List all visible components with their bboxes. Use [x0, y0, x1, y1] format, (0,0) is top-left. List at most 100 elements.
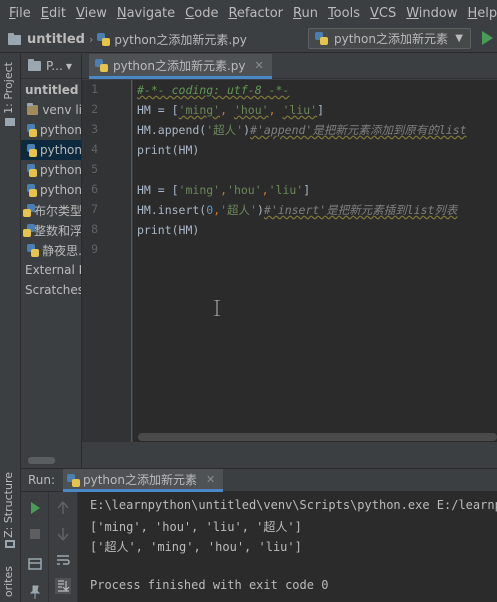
- arrow-up-icon[interactable]: [55, 500, 71, 516]
- tree-item-label: python: [40, 143, 82, 157]
- tree-item-label: 静夜思.: [42, 243, 82, 258]
- project-tool-tab[interactable]: 1: Project: [2, 62, 15, 114]
- tree-item-file-selected[interactable]: python: [21, 140, 82, 160]
- project-panel: P... ▼ untitled venv li python python py…: [21, 54, 82, 468]
- close-icon[interactable]: ✕: [206, 473, 215, 486]
- run-panel-header: Run: python之添加新元素 ✕: [21, 468, 497, 492]
- tree-item-label: External L: [25, 263, 82, 277]
- tree-item-label: venv li: [42, 103, 82, 117]
- stop-icon[interactable]: [27, 526, 43, 542]
- python-file-icon: [27, 143, 38, 157]
- python-file-icon: [23, 203, 35, 217]
- tree-item-file[interactable]: 静夜思.: [21, 240, 82, 260]
- tree-item-external-libraries[interactable]: External L: [21, 260, 82, 280]
- string-token: '超人': [220, 203, 257, 217]
- run-tab-label: python之添加新元素: [83, 472, 197, 487]
- rerun-icon[interactable]: [27, 500, 43, 516]
- line-number: 3: [91, 122, 98, 136]
- code-token: ): [243, 123, 251, 137]
- tree-item-label: 整数和浮: [33, 223, 82, 238]
- code-token: print(HM): [137, 223, 200, 237]
- string-token: 'liu': [268, 183, 304, 197]
- python-file-icon: [97, 33, 111, 46]
- code-token: HM = [: [137, 183, 179, 197]
- menu-navigate[interactable]: Navigate: [112, 0, 180, 27]
- left-tool-strip: 1: Project Z: Structure orites: [0, 54, 21, 602]
- comment-token: #'append'是把新元素添加到原有的list: [250, 123, 467, 137]
- code-line-2: HM = ['ming', 'hou', 'liu']: [137, 100, 324, 120]
- line-number: 1: [91, 82, 98, 96]
- code-token: HM.insert(: [137, 203, 207, 217]
- menu-tools[interactable]: Tools: [323, 0, 365, 27]
- editor-horizontal-scrollbar[interactable]: [138, 433, 497, 441]
- tree-item-venv[interactable]: venv li: [21, 100, 82, 120]
- run-panel-label: Run:: [28, 473, 56, 487]
- python-config-icon: [315, 32, 328, 45]
- menu-window[interactable]: Window: [401, 0, 462, 27]
- favorites-tool-tab[interactable]: orites: [2, 566, 15, 597]
- line-number-gutter: 1 2 3 4 5 6 7 8 9: [82, 80, 132, 442]
- menu-code[interactable]: Code: [180, 0, 223, 27]
- tree-item-file[interactable]: 整数和浮: [21, 220, 82, 240]
- string-token: 'hou': [227, 183, 262, 197]
- code-token: ): [256, 203, 264, 217]
- string-token: 'hou': [233, 103, 269, 117]
- tree-item-scratches[interactable]: Scratches: [21, 280, 81, 300]
- console-line: ['超人', 'ming', 'hou', 'liu']: [90, 540, 302, 554]
- run-button[interactable]: [480, 30, 494, 46]
- code-line-3: HM.append('超人')#'append'是把新元素添加到原有的list: [137, 120, 467, 140]
- menu-vcs[interactable]: VCS: [365, 0, 401, 27]
- string-token: 'liu': [282, 103, 318, 117]
- structure-tool-tab[interactable]: Z: Structure: [2, 472, 15, 538]
- code-token: ]: [303, 183, 311, 197]
- text-cursor-icon: [214, 300, 220, 316]
- panel-dropdown-icon[interactable]: ▼: [66, 62, 72, 71]
- code-token: ,: [268, 103, 283, 117]
- scroll-to-end-icon[interactable]: [55, 578, 71, 594]
- line-number: 9: [91, 242, 98, 256]
- run-configuration-select[interactable]: python之添加新元素 ▼: [308, 28, 471, 49]
- editor-tab[interactable]: python之添加新元素.py ✕: [89, 54, 272, 79]
- tree-item-file[interactable]: python: [21, 160, 81, 180]
- project-scrollbar[interactable]: [28, 457, 55, 464]
- tree-item-file[interactable]: python: [21, 120, 81, 140]
- pin-icon[interactable]: [27, 584, 43, 600]
- console-line: E:\learnpython\untitled\venv\Scripts\pyt…: [90, 498, 497, 512]
- run-tab[interactable]: python之添加新元素 ✕: [63, 469, 224, 492]
- line-number: 8: [91, 222, 98, 236]
- soft-wrap-icon[interactable]: [55, 552, 71, 568]
- comment-token: #-*- coding: utf-8 -*-: [137, 83, 290, 97]
- tree-item-label: python: [40, 183, 82, 197]
- menu-run[interactable]: Run: [288, 0, 323, 27]
- project-panel-title[interactable]: P...: [46, 59, 63, 73]
- code-line-4: print(HM): [137, 140, 199, 160]
- run-console[interactable]: E:\learnpython\untitled\venv\Scripts\pyt…: [78, 492, 497, 602]
- layout-icon[interactable]: [27, 556, 43, 572]
- menu-file[interactable]: File: [4, 0, 36, 27]
- editor-bottom-area: [82, 442, 497, 468]
- close-icon[interactable]: ✕: [255, 59, 264, 72]
- python-file-icon: [27, 183, 38, 197]
- tool-window-icon: [5, 118, 15, 126]
- code-token: HM.append(: [137, 123, 207, 137]
- tree-item-file[interactable]: 布尔类型: [21, 200, 81, 220]
- breadcrumb-separator-icon: ›: [88, 33, 94, 46]
- breadcrumb-file[interactable]: python之添加新元素.py: [114, 31, 247, 48]
- menu-refactor[interactable]: Refactor: [223, 0, 288, 27]
- breadcrumb-project[interactable]: untitled: [27, 32, 85, 47]
- folder-icon: [8, 32, 21, 45]
- python-file-icon: [27, 163, 38, 177]
- run-configuration-name: python之添加新元素: [334, 32, 448, 46]
- menu-edit[interactable]: Edit: [36, 0, 71, 27]
- tree-item-project-root[interactable]: untitled: [21, 80, 81, 100]
- menu-help[interactable]: Help: [463, 0, 497, 27]
- code-line-7: HM.insert(0,'超人')#'insert'是把新元素插到list列表: [137, 200, 457, 220]
- code-editor[interactable]: #-*- coding: utf-8 -*- HM = ['ming', 'ho…: [133, 80, 497, 442]
- code-token: ,: [220, 183, 228, 197]
- tree-item-file[interactable]: python: [21, 180, 82, 200]
- menu-view[interactable]: View: [71, 0, 112, 27]
- line-number: 5: [91, 162, 98, 176]
- arrow-down-icon[interactable]: [55, 526, 71, 542]
- python-file-icon: [95, 58, 108, 72]
- python-config-icon: [67, 474, 80, 487]
